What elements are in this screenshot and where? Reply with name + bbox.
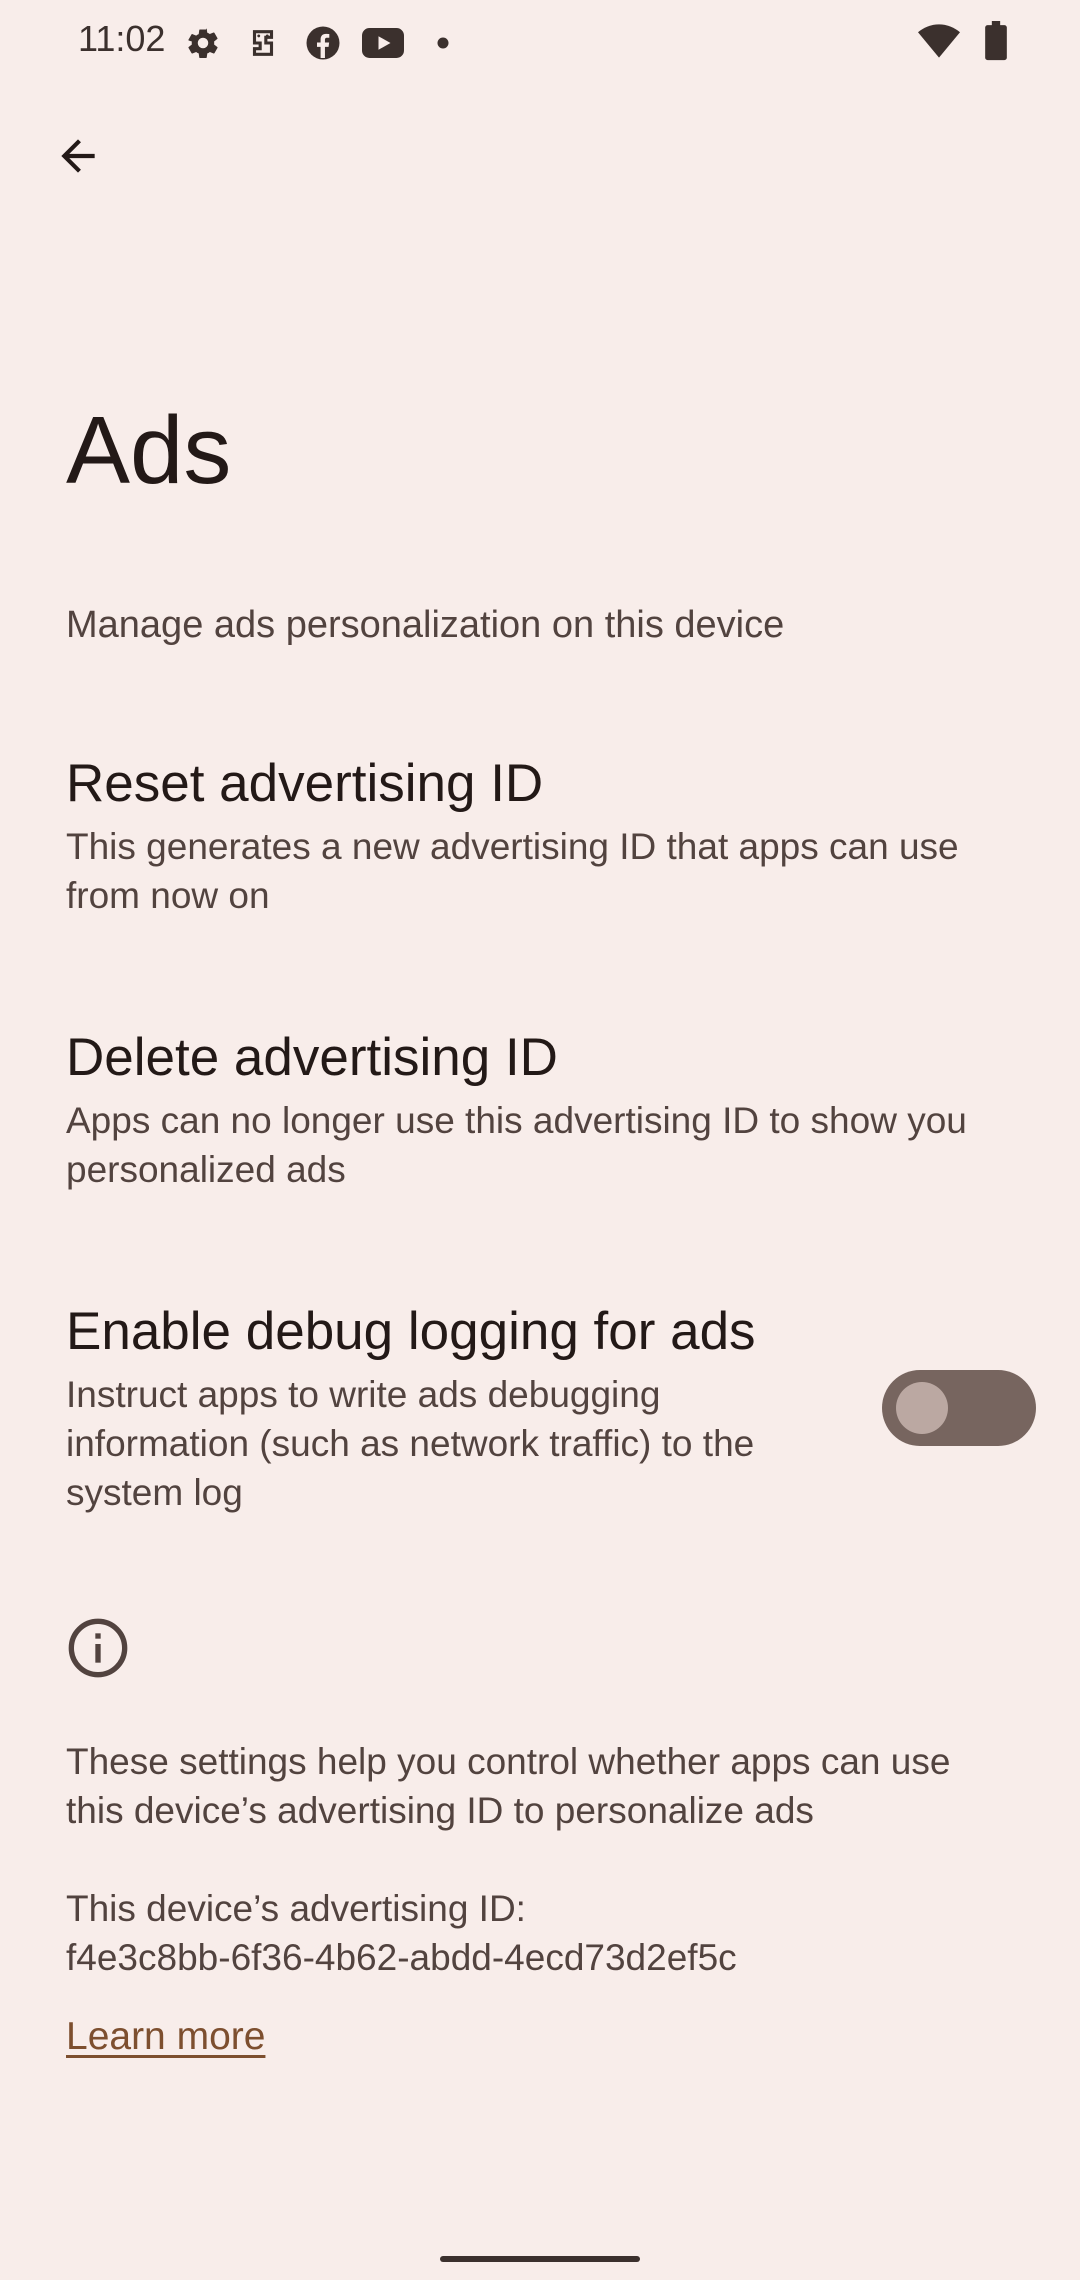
facebook-icon [302,22,344,64]
footer-text-line2: this device’s advertising ID to personal… [66,1790,814,1831]
reset-advertising-id-summary-line2: from now on [66,875,270,916]
info-icon [68,1618,128,1678]
wifi-icon [918,23,960,63]
delete-advertising-id-title: Delete advertising ID [66,1028,558,1087]
debug-logging-toggle[interactable] [882,1370,1036,1446]
reset-advertising-id-summary-line1: This generates a new advertising ID that… [66,826,959,867]
learn-more-link[interactable]: Learn more [66,2012,265,2062]
debug-logging-summary-line1: Instruct apps to write ads debugging [66,1374,661,1415]
assistant-face-icon [242,22,284,64]
page-title: Ads [66,397,232,504]
reset-advertising-id-item[interactable]: Reset advertising ID This generates a ne… [0,720,1080,950]
debug-logging-summary-line3: system log [66,1472,243,1513]
debug-logging-summary-line2: information (such as network traffic) to… [66,1423,755,1464]
notification-dot-icon [422,22,464,64]
page-subtitle: Manage ads personalization on this devic… [66,604,785,646]
delete-advertising-id-item[interactable]: Delete advertising ID Apps can no longer… [0,994,1080,1224]
reset-advertising-id-title: Reset advertising ID [66,754,544,813]
gesture-nav-handle[interactable] [440,2256,640,2262]
gear-icon [182,22,224,64]
debug-logging-title: Enable debug logging for ads [66,1302,756,1361]
advertising-id-label: This device’s advertising ID: [66,1888,526,1929]
back-button[interactable] [40,118,116,194]
advertising-id-value: f4e3c8bb-6f36-4b62-abdd-4ecd73d2ef5c [66,1937,737,1978]
delete-advertising-id-summary-line2: personalized ads [66,1149,346,1190]
status-bar: 11:02 [0,0,1080,88]
notification-icons [182,20,464,66]
toggle-knob [896,1382,948,1434]
delete-advertising-id-summary-line1: Apps can no longer use this advertising … [66,1100,967,1141]
system-icons [918,20,1008,66]
battery-icon [984,20,1008,66]
footer-text-line1: These settings help you control whether … [66,1741,951,1782]
status-time: 11:02 [78,18,166,59]
arrow-left-icon [61,139,95,173]
youtube-icon [362,22,404,64]
